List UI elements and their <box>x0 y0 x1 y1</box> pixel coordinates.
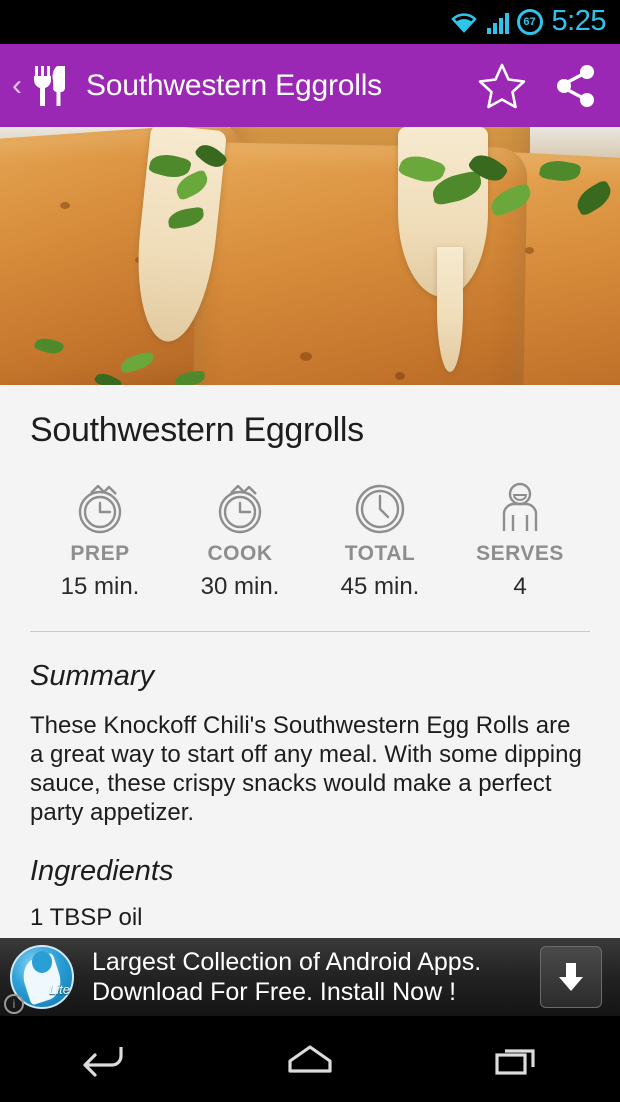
meta-value: 30 min. <box>200 573 280 600</box>
share-icon[interactable] <box>550 61 602 111</box>
meta-prep: PREP 15 min. <box>30 478 170 601</box>
summary-text: These Knockoff Chili's Southwestern Egg … <box>30 712 582 827</box>
android-nav-bar <box>0 1016 620 1102</box>
stopwatch-icon <box>71 478 129 538</box>
meta-serves: SERVES 4 <box>450 478 590 601</box>
battery-icon: 67 <box>516 9 543 35</box>
star-outline-icon[interactable] <box>476 61 528 111</box>
meta-value: 45 min. <box>340 573 420 600</box>
download-arrow-icon[interactable] <box>540 946 602 1008</box>
status-icons: 67 <box>449 9 543 35</box>
list-item: 1 TBSP oil <box>30 904 143 932</box>
meta-cook: COOK 30 min. <box>170 478 310 601</box>
status-bar: 67 5:25 <box>0 0 620 44</box>
back-button[interactable]: ‹ <box>6 70 28 101</box>
recipe-title: Southwestern Eggrolls <box>30 411 364 449</box>
ad-line-1: Largest Collection of Android Apps. <box>92 948 482 976</box>
hero-photo <box>0 127 620 385</box>
recipe-hero-image <box>0 127 620 385</box>
recipe-content: Southwestern Eggrolls PREP 15 min. COOK … <box>0 385 620 940</box>
ad-banner[interactable]: Lite i Largest Collection of Android App… <box>0 938 620 1016</box>
meta-value: 4 <box>513 573 527 600</box>
status-clock: 5:25 <box>551 4 607 37</box>
info-icon[interactable]: i <box>4 994 24 1014</box>
app-bar: ‹ Southwestern Eggrolls <box>0 44 620 127</box>
nav-back-icon[interactable] <box>48 1029 158 1089</box>
meta-label: PREP <box>70 542 130 565</box>
recipe-meta-row: PREP 15 min. COOK 30 min. TOTAL 45 min. … <box>30 478 590 601</box>
stopwatch-icon <box>211 478 269 538</box>
nav-home-icon[interactable] <box>255 1029 365 1089</box>
fork-knife-icon <box>30 62 70 110</box>
section-divider <box>30 631 590 632</box>
page-title: Southwestern Eggrolls <box>86 68 382 102</box>
person-icon <box>491 478 549 538</box>
meta-label: COOK <box>207 542 273 565</box>
signal-bars-icon <box>486 10 509 34</box>
nav-recents-icon[interactable] <box>462 1029 572 1089</box>
meta-value: 15 min. <box>60 573 140 600</box>
meta-label: SERVES <box>476 542 564 565</box>
ad-text: Largest Collection of Android Apps. Down… <box>92 947 540 1007</box>
logo-badge-label: Lite <box>49 982 70 997</box>
meta-total: TOTAL 45 min. <box>310 478 450 601</box>
summary-heading: Summary <box>30 660 155 692</box>
wifi-icon <box>449 10 479 34</box>
ad-line-2: Download For Free. Install Now ! <box>92 978 457 1006</box>
phone-screen: 67 5:25 ‹ Southwestern Eggrolls Southwes… <box>0 0 620 1102</box>
meta-label: TOTAL <box>344 542 416 565</box>
clock-icon <box>351 478 409 538</box>
ingredients-heading: Ingredients <box>30 855 174 888</box>
